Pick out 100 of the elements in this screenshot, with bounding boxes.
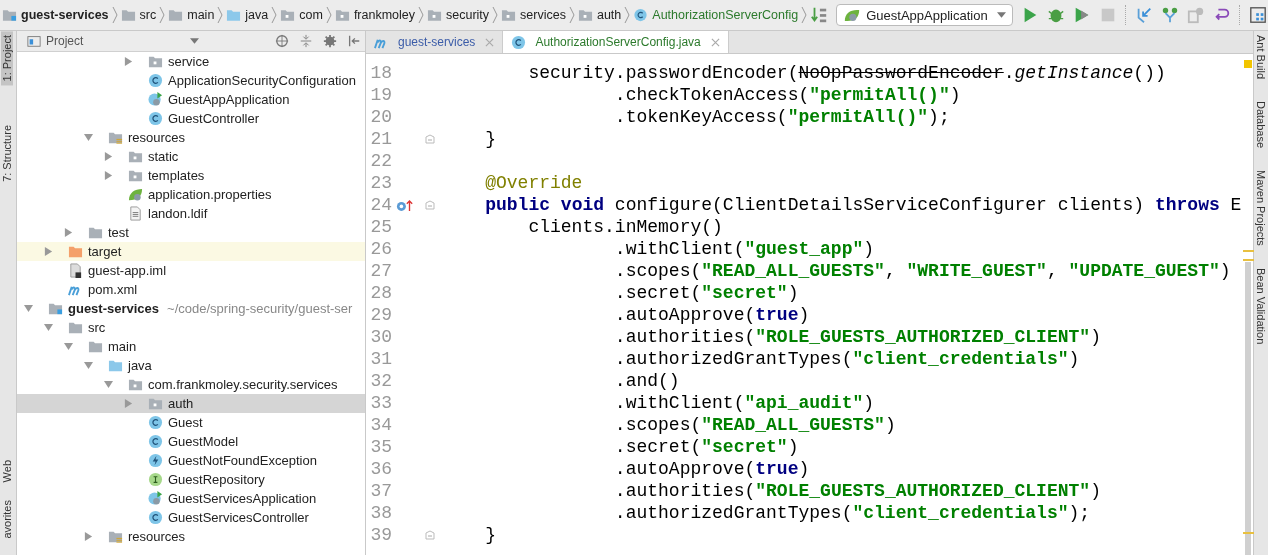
tree-item[interactable]: ApplicationSecurityConfiguration: [17, 71, 365, 90]
breadcrumb-item[interactable]: java: [226, 8, 269, 22]
fold-marker-icon[interactable]: [425, 530, 435, 540]
tree-item[interactable]: GuestModel: [17, 432, 365, 451]
tree-item[interactable]: main: [17, 337, 365, 356]
folder-icon: [128, 377, 143, 392]
tool-window-tab[interactable]: Maven Projects: [1255, 170, 1267, 246]
tree-item[interactable]: templates: [17, 166, 365, 185]
fold-marker-icon[interactable]: [425, 200, 435, 210]
tool-window-tab[interactable]: Ant Build: [1255, 35, 1267, 80]
line-number: 33: [369, 393, 392, 413]
tree-item[interactable]: GuestServicesApplication: [17, 489, 365, 508]
folder-icon: [148, 54, 163, 69]
tree-item[interactable]: application.properties: [17, 185, 365, 204]
tree-item[interactable]: service: [17, 52, 365, 71]
tree-item[interactable]: GuestRepository: [17, 470, 365, 489]
line-number: 22: [369, 151, 392, 171]
tree-item[interactable]: auth: [17, 394, 365, 413]
tree-item[interactable]: resources: [17, 527, 365, 546]
breadcrumb-item[interactable]: main: [168, 8, 215, 22]
override-marker-icon[interactable]: [396, 198, 414, 212]
collapsed-arrow-icon[interactable]: [104, 152, 113, 161]
collapsed-arrow-icon[interactable]: [124, 57, 133, 66]
folder-icon: [128, 149, 143, 164]
line-number: 23: [369, 173, 392, 193]
breadcrumb-item[interactable]: security: [427, 8, 490, 22]
breadcrumb-item[interactable]: frankmoley: [334, 8, 416, 22]
tree-item[interactable]: test: [17, 223, 365, 242]
tool-window-tab[interactable]: avorites: [1, 496, 13, 543]
sort-icon[interactable]: [810, 6, 829, 24]
breadcrumb-item[interactable]: src: [120, 8, 157, 22]
close-icon[interactable]: [485, 37, 495, 47]
settings-icon[interactable]: [323, 34, 337, 48]
breadcrumb-item[interactable]: com: [280, 8, 323, 22]
compare-icon[interactable]: [1186, 6, 1205, 24]
tree-item[interactable]: GuestController: [17, 109, 365, 128]
expanded-arrow-icon[interactable]: [24, 304, 33, 313]
tree-item[interactable]: Guest: [17, 413, 365, 432]
project-structure-icon[interactable]: [1248, 6, 1267, 24]
expanded-arrow-icon[interactable]: [84, 133, 93, 142]
breadcrumb-item[interactable]: AuthorizationServerConfig: [633, 8, 799, 22]
fold-marker-icon[interactable]: [425, 134, 435, 144]
code-line: .authorities("ROLE_GUESTS_AUTHORIZED_CLIENT"): [613, 327, 1101, 347]
run-configuration-dropdown[interactable]: GuestAppApplication: [836, 4, 1013, 26]
runnable-class-icon: [148, 491, 163, 506]
code-line: .secret("secret"): [613, 283, 799, 303]
tree-item[interactable]: com.frankmoley.security.services: [17, 375, 365, 394]
folder-icon: [501, 8, 517, 22]
folder-icon: [68, 320, 83, 335]
class-icon: [148, 415, 163, 430]
breadcrumb-item[interactable]: guest-services: [2, 8, 109, 22]
tree-item[interactable]: GuestNotFoundException: [17, 451, 365, 470]
tree-item[interactable]: target: [17, 242, 365, 261]
tool-window-tab[interactable]: Database: [1255, 101, 1267, 149]
locate-icon[interactable]: [275, 34, 289, 48]
expanded-arrow-icon[interactable]: [84, 361, 93, 370]
tool-window-tab[interactable]: 7: Structure: [1, 121, 13, 186]
collapsed-arrow-icon[interactable]: [104, 171, 113, 180]
expanded-arrow-icon[interactable]: [104, 380, 113, 389]
folder-icon: [48, 301, 63, 316]
warning-marker[interactable]: [1244, 60, 1252, 68]
hide-panel-icon[interactable]: [347, 34, 361, 48]
scrollbar-thumb[interactable]: [1245, 262, 1251, 555]
tree-item[interactable]: GuestAppApplication: [17, 90, 365, 109]
tree-item[interactable]: landon.ldif: [17, 204, 365, 223]
expanded-arrow-icon[interactable]: [44, 323, 53, 332]
code-line: .withClient("api_audit"): [613, 393, 875, 413]
tree-item[interactable]: static: [17, 147, 365, 166]
tool-window-tab[interactable]: 1: Project: [1, 31, 13, 86]
close-icon[interactable]: [710, 37, 720, 47]
class-icon: [148, 73, 163, 88]
folder-icon: [280, 8, 296, 22]
class-icon: [633, 8, 649, 22]
line-number: 30: [369, 327, 392, 347]
folder-icon: [88, 339, 103, 354]
tree-item[interactable]: guest-app.iml: [17, 261, 365, 280]
tree-item[interactable]: pom.xml: [17, 280, 365, 299]
folder-icon: [577, 8, 593, 22]
collapsed-arrow-icon[interactable]: [44, 247, 53, 256]
collapsed-arrow-icon[interactable]: [64, 228, 73, 237]
collapsed-arrow-icon[interactable]: [124, 399, 133, 408]
editor-tab[interactable]: AuthorizationServerConfig.java: [503, 31, 729, 53]
tool-window-tab[interactable]: Web: [1, 456, 13, 487]
line-number: 34: [369, 415, 392, 435]
breadcrumb-item[interactable]: services: [501, 8, 566, 22]
tree-item[interactable]: GuestServicesController: [17, 508, 365, 527]
breadcrumb-item[interactable]: auth: [577, 8, 622, 22]
spring-leaf-icon: [128, 187, 143, 202]
collapse-all-icon[interactable]: [299, 34, 313, 48]
chevron-icon: [159, 6, 166, 24]
folder-icon: [2, 8, 17, 22]
expanded-arrow-icon[interactable]: [64, 342, 73, 351]
tree-item[interactable]: guest-services ~/code/spring-security/guest-ser: [17, 299, 365, 318]
code-line: public void configure(ClientDetailsServiceConfigurer clients) throws E: [484, 195, 1242, 215]
tree-item[interactable]: resources: [17, 128, 365, 147]
tree-item[interactable]: java: [17, 356, 365, 375]
tool-window-tab[interactable]: Bean Validation: [1255, 267, 1267, 345]
collapsed-arrow-icon[interactable]: [84, 532, 93, 541]
commit-icon[interactable]: [1160, 6, 1179, 24]
tree-item[interactable]: src: [17, 318, 365, 337]
